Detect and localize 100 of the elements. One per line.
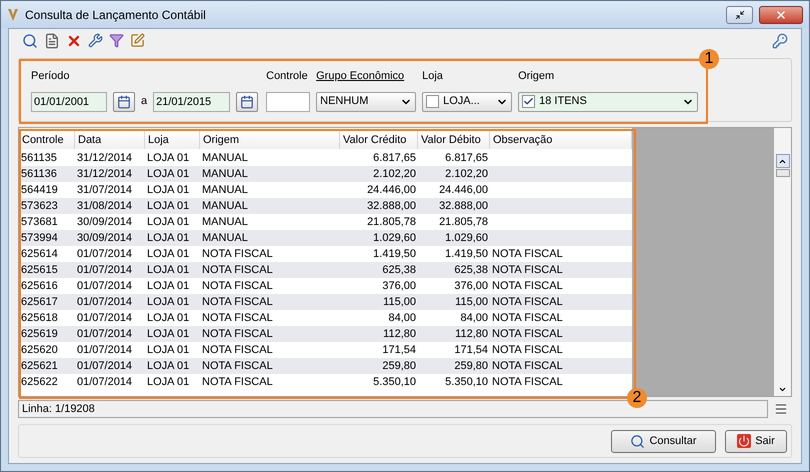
edit-icon[interactable]	[130, 33, 145, 48]
table-cell: LOJA 01	[147, 152, 190, 164]
document-icon[interactable]	[44, 32, 60, 48]
table-cell: 376,00	[454, 280, 488, 292]
calendar-button[interactable]	[113, 92, 135, 112]
table-cell: 625,38	[454, 264, 488, 276]
table-cell: 01/07/2014	[77, 264, 132, 276]
table-cell: 31/08/2014	[77, 200, 132, 212]
table-cell: 112,80	[455, 328, 488, 340]
table-cell: NOTA FISCAL	[202, 376, 273, 388]
dropdown[interactable]: NENHUM	[316, 92, 416, 112]
table-cell: 32.888,00	[367, 200, 416, 212]
table-cell: NOTA FISCAL	[202, 264, 273, 276]
scroll-thumb[interactable]	[776, 169, 790, 177]
table-cell: 171,54	[454, 344, 488, 356]
table-cell: 2.102,20	[373, 168, 416, 180]
table-cell: LOJA 01	[147, 280, 190, 292]
column-header[interactable]: Valor Débito	[418, 131, 490, 149]
table-cell: MANUAL	[202, 152, 248, 164]
column-header[interactable]: Origem	[200, 131, 340, 149]
table-cell: 376,00	[382, 280, 416, 292]
table-cell: 01/07/2014	[77, 376, 132, 388]
dropdown-value: LOJA...	[443, 94, 481, 110]
close-button[interactable]	[759, 6, 803, 24]
table-cell: LOJA 01	[147, 184, 190, 196]
search-button[interactable]: Consultar	[611, 430, 716, 452]
table-cell: LOJA 01	[147, 264, 190, 276]
table-cell: 115,00	[455, 296, 488, 308]
checkbox[interactable]	[522, 95, 536, 108]
table-cell: NOTA FISCAL	[202, 248, 273, 260]
table-cell: 01/07/2014	[77, 248, 132, 260]
table-cell: 115,00	[383, 296, 416, 308]
dropdown[interactable]: LOJA...	[422, 92, 512, 112]
controle-label: Controle	[266, 69, 309, 84]
period-label: Período	[31, 69, 71, 84]
dropdown[interactable]: 18 ITENS	[518, 92, 698, 112]
calendar-icon	[240, 94, 254, 108]
calendar-button[interactable]	[236, 92, 258, 112]
table-cell: MANUAL	[202, 232, 248, 244]
table-cell: 31/07/2014	[77, 184, 132, 196]
menu-icon[interactable]	[774, 402, 788, 416]
restore-button[interactable]	[726, 6, 753, 24]
dropdown-value: NENHUM	[320, 94, 370, 110]
table-cell: 01/07/2014	[77, 312, 132, 324]
table-cell: NOTA FISCAL	[492, 344, 563, 356]
table-cell: 21.805,78	[367, 216, 416, 228]
table-cell: 625614	[21, 248, 58, 260]
table-cell: 259,80	[454, 360, 488, 372]
key-icon[interactable]	[772, 32, 788, 48]
table-cell: 1.029,60	[373, 232, 416, 244]
exit-button[interactable]: Sair	[725, 430, 787, 452]
table-cell: LOJA 01	[147, 200, 190, 212]
table-cell: MANUAL	[202, 168, 248, 180]
table-cell: NOTA FISCAL	[202, 360, 273, 372]
table-cell: 625615	[21, 264, 58, 276]
date-field[interactable]: 21/01/2015	[153, 92, 230, 112]
column-header[interactable]: Data	[75, 131, 145, 149]
table-cell: 573681	[21, 216, 58, 228]
table-cell: 6.817,65	[373, 152, 416, 164]
power-icon	[737, 434, 752, 448]
table-cell: 112,80	[383, 328, 416, 340]
table-cell: NOTA FISCAL	[492, 328, 563, 340]
checkbox[interactable]	[426, 95, 440, 108]
table-cell: NOTA FISCAL	[492, 312, 563, 324]
table-cell: NOTA FISCAL	[492, 264, 563, 276]
column-header[interactable]: Loja	[145, 131, 200, 149]
filter-icon[interactable]	[109, 33, 124, 48]
table-cell: LOJA 01	[147, 168, 190, 180]
scrollbar[interactable]	[774, 128, 791, 396]
table-cell: 24.446,00	[367, 184, 416, 196]
column-header[interactable]: Controle	[19, 131, 75, 149]
column-header[interactable]: Valor Crédito	[340, 131, 418, 149]
table-cell: 625619	[21, 328, 58, 340]
table-cell: NOTA FISCAL	[492, 376, 563, 388]
controle-field[interactable]	[266, 92, 310, 112]
table-cell: 625618	[21, 312, 58, 324]
table-cell: 259,80	[382, 360, 416, 372]
table-cell: 31/12/2014	[77, 168, 132, 180]
grupo-link[interactable]: Grupo Econômico	[316, 68, 404, 84]
table-cell: 01/07/2014	[77, 360, 132, 372]
table-cell: LOJA 01	[147, 312, 190, 324]
table-cell: 01/07/2014	[77, 328, 132, 340]
scroll-down-icon[interactable]	[778, 385, 787, 394]
table-cell: 01/07/2014	[77, 344, 132, 356]
dropdown-value: 18 ITENS	[539, 94, 588, 110]
date-field[interactable]: 01/01/2001	[31, 92, 107, 112]
wrench-icon[interactable]	[88, 33, 103, 48]
origem-label: Origem	[518, 69, 556, 84]
table-cell: 625620	[21, 344, 58, 356]
search-icon[interactable]	[22, 32, 38, 48]
table-cell: LOJA 01	[147, 376, 190, 388]
table-cell: 32.888,00	[439, 200, 488, 212]
table-cell: 1.419,50	[445, 248, 488, 260]
table-cell: NOTA FISCAL	[492, 360, 563, 372]
table-cell: 564419	[21, 184, 58, 196]
table-cell: 625621	[21, 360, 58, 372]
column-header[interactable]: Observação	[490, 131, 632, 149]
table-cell: 625,38	[382, 264, 416, 276]
range-separator: a	[141, 94, 148, 110]
table-cell: 84,00	[388, 312, 416, 324]
